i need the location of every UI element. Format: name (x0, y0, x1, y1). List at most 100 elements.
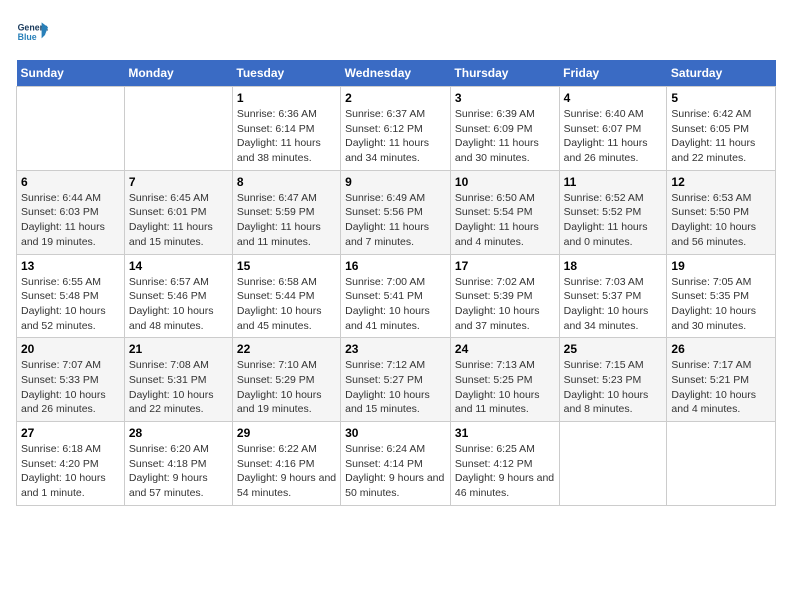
cell-info: Sunrise: 6:25 AM Sunset: 4:12 PM Dayligh… (455, 442, 555, 501)
day-number: 11 (564, 175, 663, 189)
calendar-cell: 29 Sunrise: 6:22 AM Sunset: 4:16 PM Dayli… (232, 422, 340, 506)
day-number: 12 (671, 175, 771, 189)
calendar-cell: 20 Sunrise: 7:07 AM Sunset: 5:33 PM Dayli… (17, 338, 125, 422)
cell-info: Sunrise: 7:00 AM Sunset: 5:41 PM Dayligh… (345, 275, 446, 334)
day-number: 29 (237, 426, 336, 440)
cell-info: Sunrise: 6:58 AM Sunset: 5:44 PM Dayligh… (237, 275, 336, 334)
day-number: 2 (345, 91, 446, 105)
day-header-friday: Friday (559, 60, 667, 87)
day-number: 23 (345, 342, 446, 356)
cell-info: Sunrise: 6:39 AM Sunset: 6:09 PM Dayligh… (455, 107, 555, 166)
calendar-cell: 25 Sunrise: 7:15 AM Sunset: 5:23 PM Dayli… (559, 338, 667, 422)
day-number: 10 (455, 175, 555, 189)
calendar-cell: 14Sunrise: 6:57 AM Sunset: 5:46 PM Dayli… (124, 254, 232, 338)
day-number: 21 (129, 342, 228, 356)
cell-info: Sunrise: 7:02 AM Sunset: 5:39 PM Dayligh… (455, 275, 555, 334)
calendar-cell: 27 Sunrise: 6:18 AM Sunset: 4:20 PM Dayli… (17, 422, 125, 506)
cell-info: Sunrise: 7:15 AM Sunset: 5:23 PM Dayligh… (564, 358, 663, 417)
calendar-cell: 1 Sunrise: 6:36 AM Sunset: 6:14 PM Daylig… (232, 87, 340, 171)
calendar-cell: 3 Sunrise: 6:39 AM Sunset: 6:09 PM Daylig… (450, 87, 559, 171)
day-number: 7 (129, 175, 228, 189)
calendar-cell: 12 Sunrise: 6:53 AM Sunset: 5:50 PM Dayli… (667, 170, 776, 254)
calendar-cell: 18Sunrise: 7:03 AM Sunset: 5:37 PM Dayli… (559, 254, 667, 338)
cell-info: Sunrise: 6:20 AM Sunset: 4:18 PM Dayligh… (129, 442, 228, 501)
calendar-cell: 9 Sunrise: 6:49 AM Sunset: 5:56 PM Daylig… (341, 170, 451, 254)
day-number: 22 (237, 342, 336, 356)
day-number: 1 (237, 91, 336, 105)
calendar-week-row: 1 Sunrise: 6:36 AM Sunset: 6:14 PM Daylig… (17, 87, 776, 171)
cell-info: Sunrise: 7:05 AM Sunset: 5:35 PM Dayligh… (671, 275, 771, 334)
calendar-cell: 15 Sunrise: 6:58 AM Sunset: 5:44 PM Dayli… (232, 254, 340, 338)
day-number: 6 (21, 175, 120, 189)
day-number: 15 (237, 259, 336, 273)
day-number: 14 (129, 259, 228, 273)
svg-text:Blue: Blue (18, 32, 37, 42)
cell-info: Sunrise: 7:17 AM Sunset: 5:21 PM Dayligh… (671, 358, 771, 417)
day-number: 9 (345, 175, 446, 189)
day-number: 31 (455, 426, 555, 440)
day-number: 13 (21, 259, 120, 273)
day-number: 3 (455, 91, 555, 105)
calendar-cell: 2 Sunrise: 6:37 AM Sunset: 6:12 PM Daylig… (341, 87, 451, 171)
cell-info: Sunrise: 7:07 AM Sunset: 5:33 PM Dayligh… (21, 358, 120, 417)
day-header-thursday: Thursday (450, 60, 559, 87)
cell-info: Sunrise: 6:18 AM Sunset: 4:20 PM Dayligh… (21, 442, 120, 501)
calendar-cell: 19 Sunrise: 7:05 AM Sunset: 5:35 PM Dayli… (667, 254, 776, 338)
cell-info: Sunrise: 7:03 AM Sunset: 5:37 PM Dayligh… (564, 275, 663, 334)
day-number: 25 (564, 342, 663, 356)
cell-info: Sunrise: 6:47 AM Sunset: 5:59 PM Dayligh… (237, 191, 336, 250)
calendar-cell: 22 Sunrise: 7:10 AM Sunset: 5:29 PM Dayli… (232, 338, 340, 422)
calendar-week-row: 27 Sunrise: 6:18 AM Sunset: 4:20 PM Dayli… (17, 422, 776, 506)
calendar-cell: 31 Sunrise: 6:25 AM Sunset: 4:12 PM Dayli… (450, 422, 559, 506)
cell-info: Sunrise: 6:45 AM Sunset: 6:01 PM Dayligh… (129, 191, 228, 250)
cell-info: Sunrise: 6:37 AM Sunset: 6:12 PM Dayligh… (345, 107, 446, 166)
cell-info: Sunrise: 7:10 AM Sunset: 5:29 PM Dayligh… (237, 358, 336, 417)
calendar-cell (17, 87, 125, 171)
calendar-cell: 10 Sunrise: 6:50 AM Sunset: 5:54 PM Dayli… (450, 170, 559, 254)
calendar-cell: 7 Sunrise: 6:45 AM Sunset: 6:01 PM Daylig… (124, 170, 232, 254)
calendar-cell: 30Sunrise: 6:24 AM Sunset: 4:14 PM Dayli… (341, 422, 451, 506)
day-number: 16 (345, 259, 446, 273)
calendar-cell (124, 87, 232, 171)
day-number: 20 (21, 342, 120, 356)
calendar-header-row: SundayMondayTuesdayWednesdayThursdayFrid… (17, 60, 776, 87)
day-number: 30 (345, 426, 446, 440)
calendar-cell (559, 422, 667, 506)
day-number: 17 (455, 259, 555, 273)
cell-info: Sunrise: 6:55 AM Sunset: 5:48 PM Dayligh… (21, 275, 120, 334)
day-number: 27 (21, 426, 120, 440)
cell-info: Sunrise: 6:36 AM Sunset: 6:14 PM Dayligh… (237, 107, 336, 166)
day-number: 8 (237, 175, 336, 189)
cell-info: Sunrise: 7:08 AM Sunset: 5:31 PM Dayligh… (129, 358, 228, 417)
day-header-monday: Monday (124, 60, 232, 87)
calendar-cell: 26Sunrise: 7:17 AM Sunset: 5:21 PM Dayli… (667, 338, 776, 422)
day-header-wednesday: Wednesday (341, 60, 451, 87)
day-number: 28 (129, 426, 228, 440)
cell-info: Sunrise: 6:49 AM Sunset: 5:56 PM Dayligh… (345, 191, 446, 250)
cell-info: Sunrise: 6:22 AM Sunset: 4:16 PM Dayligh… (237, 442, 336, 501)
calendar-cell: 6Sunrise: 6:44 AM Sunset: 6:03 PM Daylig… (17, 170, 125, 254)
calendar-cell: 8 Sunrise: 6:47 AM Sunset: 5:59 PM Daylig… (232, 170, 340, 254)
calendar-cell: 5Sunrise: 6:42 AM Sunset: 6:05 PM Daylig… (667, 87, 776, 171)
calendar-cell: 13 Sunrise: 6:55 AM Sunset: 5:48 PM Dayli… (17, 254, 125, 338)
day-number: 19 (671, 259, 771, 273)
cell-info: Sunrise: 6:53 AM Sunset: 5:50 PM Dayligh… (671, 191, 771, 250)
day-number: 4 (564, 91, 663, 105)
calendar-cell (667, 422, 776, 506)
cell-info: Sunrise: 7:12 AM Sunset: 5:27 PM Dayligh… (345, 358, 446, 417)
calendar-body: 1 Sunrise: 6:36 AM Sunset: 6:14 PM Daylig… (17, 87, 776, 506)
calendar-week-row: 20 Sunrise: 7:07 AM Sunset: 5:33 PM Dayli… (17, 338, 776, 422)
calendar-cell: 28 Sunrise: 6:20 AM Sunset: 4:18 PM Dayli… (124, 422, 232, 506)
calendar-cell: 17 Sunrise: 7:02 AM Sunset: 5:39 PM Dayli… (450, 254, 559, 338)
calendar-cell: 24Sunrise: 7:13 AM Sunset: 5:25 PM Dayli… (450, 338, 559, 422)
general-blue-logo-icon: General Blue (16, 16, 48, 48)
day-header-saturday: Saturday (667, 60, 776, 87)
day-header-tuesday: Tuesday (232, 60, 340, 87)
day-header-sunday: Sunday (17, 60, 125, 87)
cell-info: Sunrise: 6:40 AM Sunset: 6:07 PM Dayligh… (564, 107, 663, 166)
calendar-table: SundayMondayTuesdayWednesdayThursdayFrid… (16, 60, 776, 506)
calendar-cell: 16 Sunrise: 7:00 AM Sunset: 5:41 PM Dayli… (341, 254, 451, 338)
cell-info: Sunrise: 6:52 AM Sunset: 5:52 PM Dayligh… (564, 191, 663, 250)
cell-info: Sunrise: 6:50 AM Sunset: 5:54 PM Dayligh… (455, 191, 555, 250)
calendar-week-row: 6Sunrise: 6:44 AM Sunset: 6:03 PM Daylig… (17, 170, 776, 254)
